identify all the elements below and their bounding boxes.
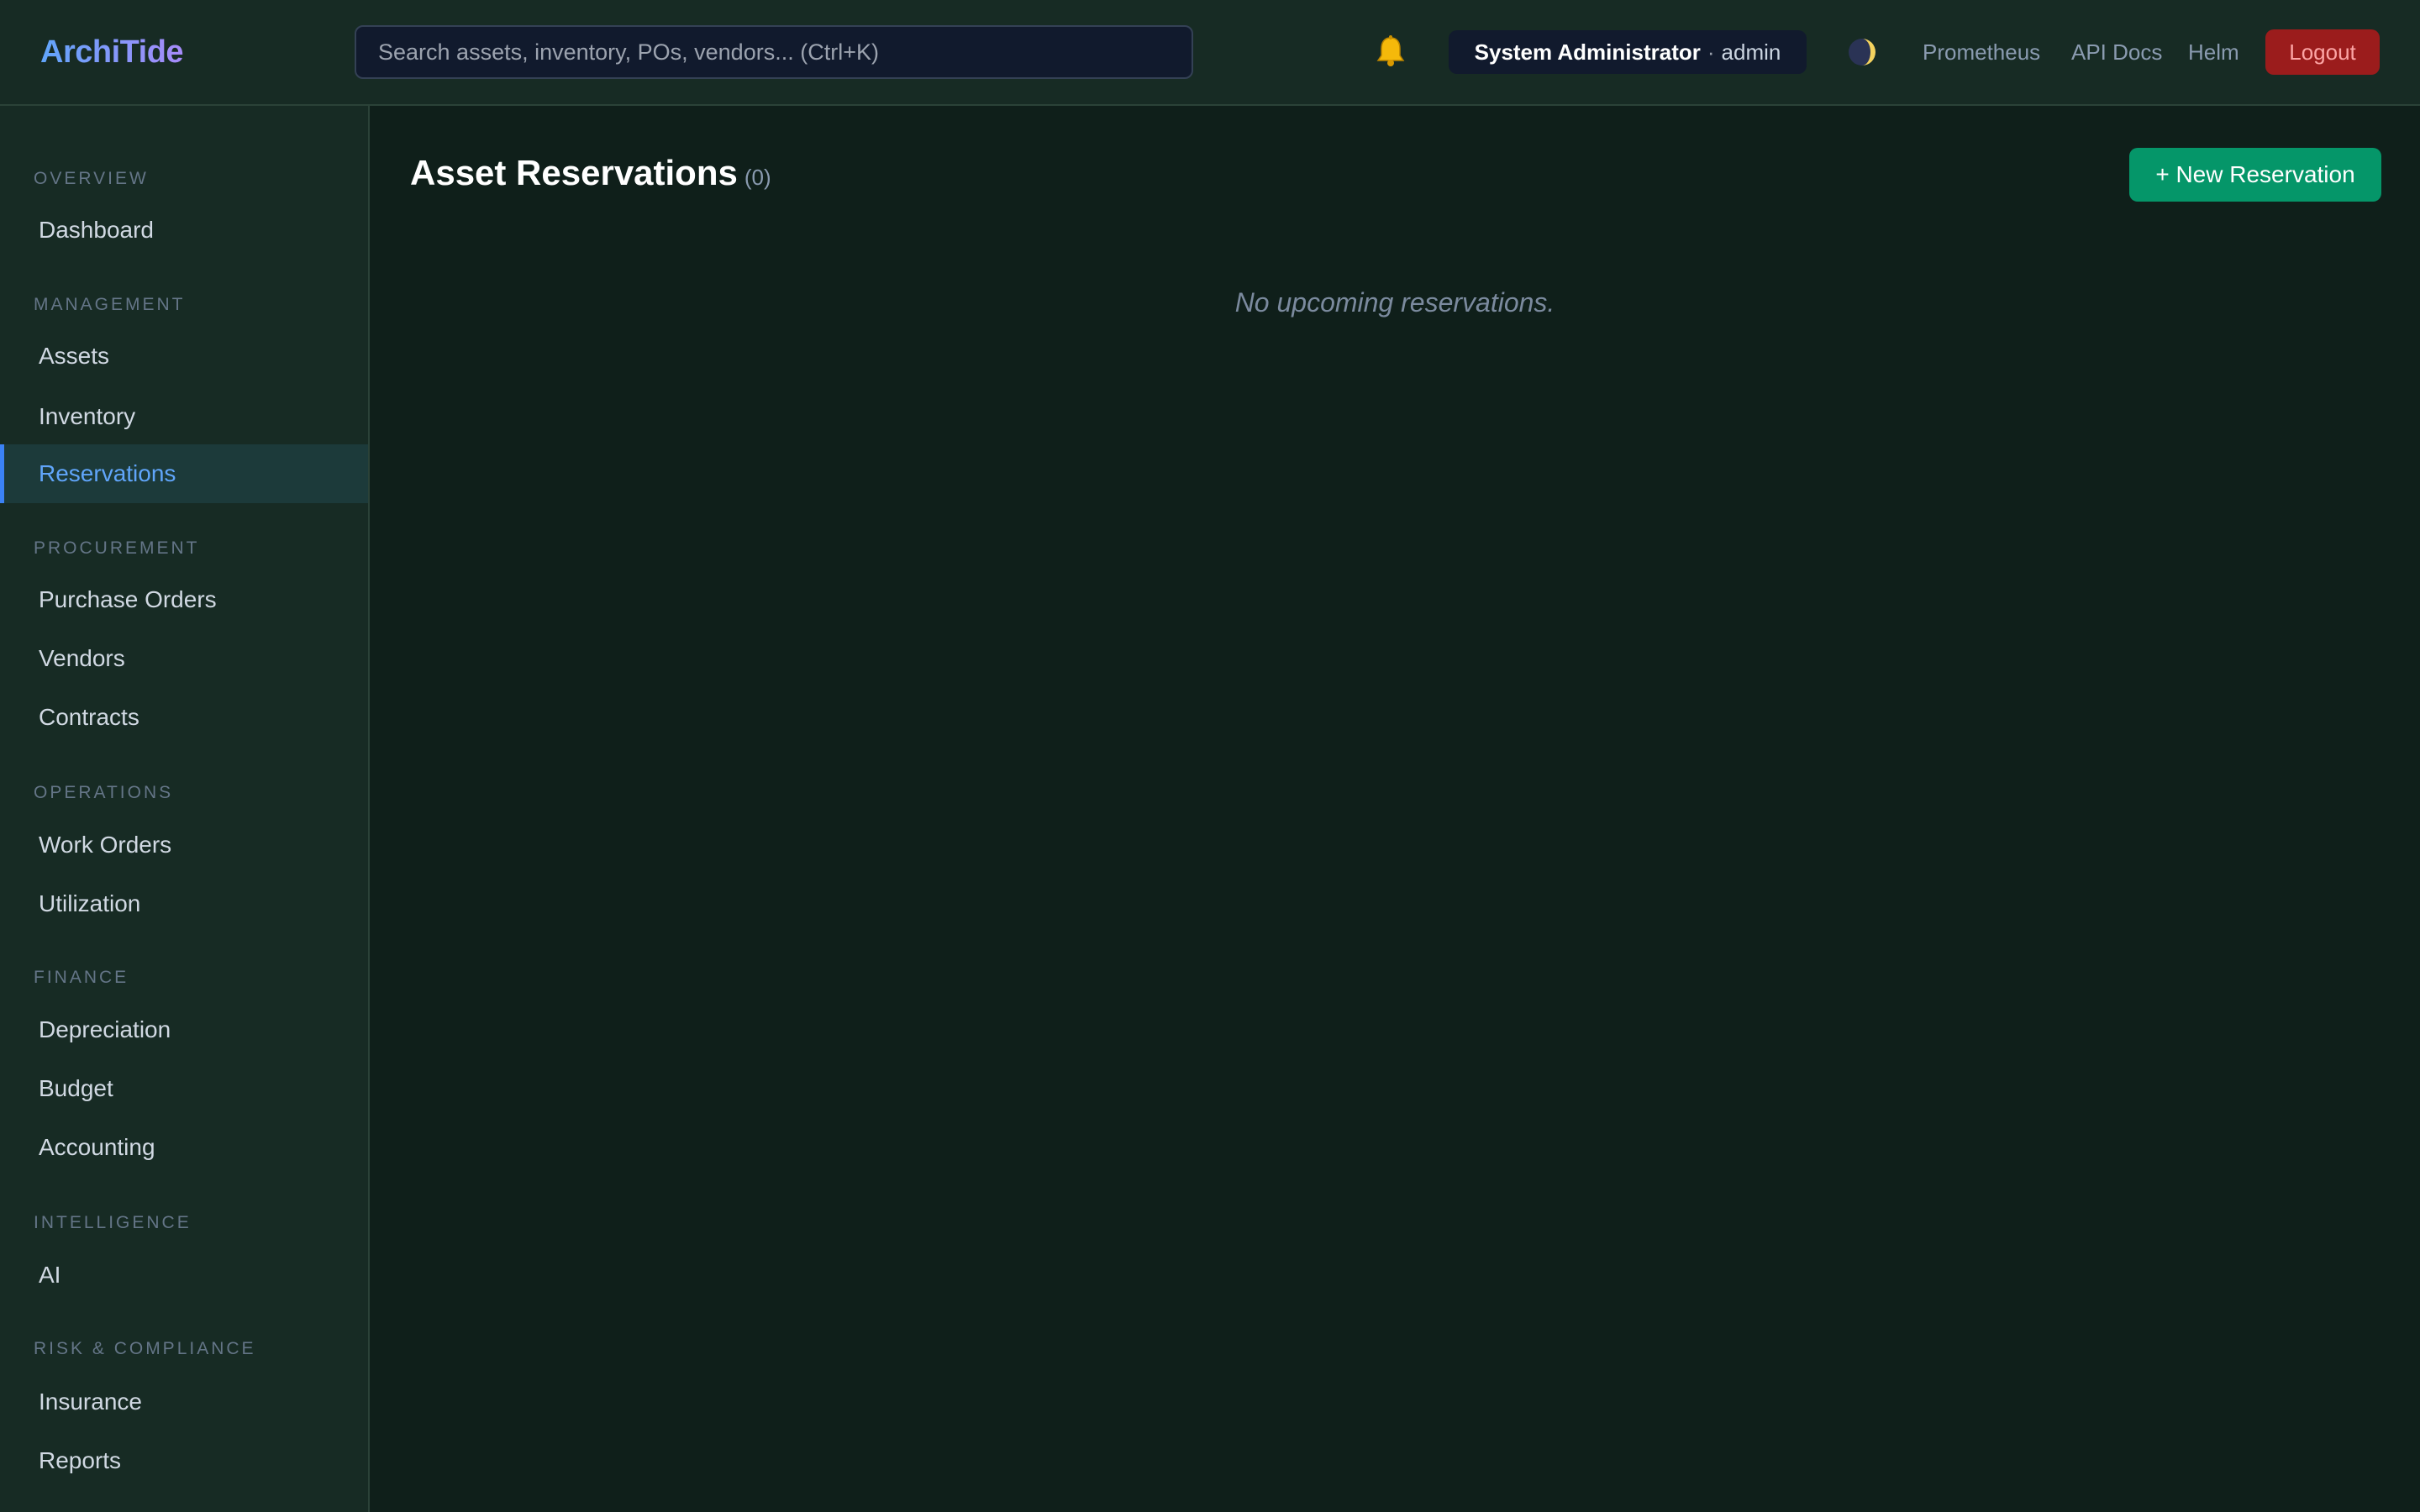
prometheus-link[interactable]: Prometheus xyxy=(1923,39,2040,66)
new-reservation-button[interactable]: + New Reservation xyxy=(2129,148,2381,202)
nav-section-risk-compliance: RISK & COMPLIANCE xyxy=(34,1339,256,1358)
user-badge[interactable]: System Administrator · admin xyxy=(1449,30,1807,74)
sidebar-item-reports[interactable]: Reports xyxy=(0,1431,368,1490)
logout-button[interactable]: Logout xyxy=(2265,29,2380,75)
sidebar-item-budget[interactable]: Budget xyxy=(0,1059,368,1118)
sidebar-item-contracts[interactable]: Contracts xyxy=(0,688,368,747)
user-name: System Administrator xyxy=(1474,39,1701,65)
bell-icon[interactable] xyxy=(1371,32,1410,71)
user-separator: · xyxy=(1707,39,1715,65)
top-header: ArchiTide System Administrator · admin P… xyxy=(0,0,2420,106)
sidebar-item-utilization[interactable]: Utilization xyxy=(0,874,368,933)
sidebar-item-work-orders[interactable]: Work Orders xyxy=(0,816,368,874)
sidebar-item-dashboard[interactable]: Dashboard xyxy=(0,201,368,260)
nav-section-overview: OVERVIEW xyxy=(34,169,149,188)
api-docs-link[interactable]: API Docs xyxy=(2071,39,2162,66)
nav-section-operations: OPERATIONS xyxy=(34,783,174,802)
helm-link[interactable]: Helm xyxy=(2188,39,2239,66)
user-role: admin xyxy=(1721,39,1781,65)
sidebar-item-reservations[interactable]: Reservations xyxy=(0,444,368,503)
app-logo[interactable]: ArchiTide xyxy=(40,32,184,72)
sidebar-item-assets[interactable]: Assets xyxy=(0,327,368,386)
page-title-text: Asset Reservations xyxy=(410,153,738,192)
nav-section-finance: FINANCE xyxy=(34,968,129,987)
empty-state-message: No upcoming reservations. xyxy=(1234,287,1555,318)
nav-section-procurement: PROCUREMENT xyxy=(34,538,200,558)
nav-section-intelligence: INTELLIGENCE xyxy=(34,1213,192,1232)
global-search-input[interactable] xyxy=(355,25,1193,79)
sidebar-item-ai[interactable]: AI xyxy=(0,1246,368,1305)
sidebar-item-purchase-orders[interactable]: Purchase Orders xyxy=(0,570,368,629)
page-title: Asset Reservations (0) xyxy=(410,151,771,199)
sidebar-item-depreciation[interactable]: Depreciation xyxy=(0,1000,368,1059)
sidebar-item-inventory[interactable]: Inventory xyxy=(0,387,368,446)
sidebar-item-insurance[interactable]: Insurance xyxy=(0,1373,368,1431)
sidebar-nav: OVERVIEW Dashboard MANAGEMENT Assets Inv… xyxy=(0,106,370,1512)
nav-section-management: MANAGEMENT xyxy=(34,295,186,314)
reservation-count: (0) xyxy=(744,165,771,190)
sidebar-item-vendors[interactable]: Vendors xyxy=(0,629,368,688)
sidebar-item-accounting[interactable]: Accounting xyxy=(0,1118,368,1177)
theme-toggle-icon[interactable] xyxy=(1847,37,1877,67)
